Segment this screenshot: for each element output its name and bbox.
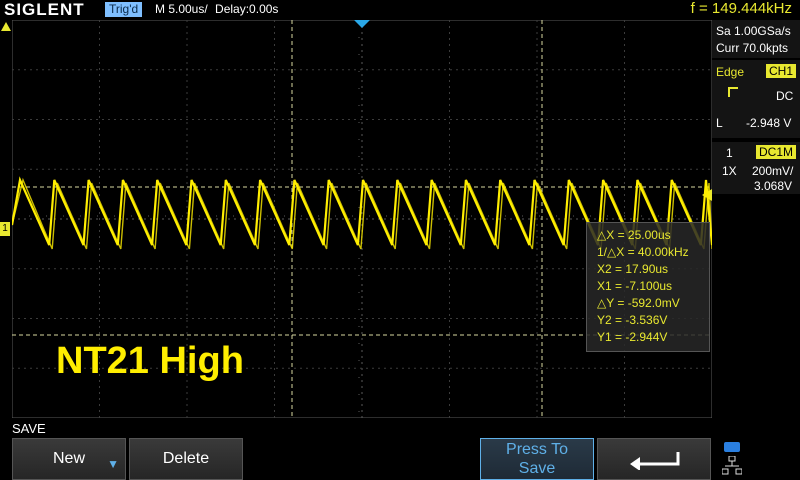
x2-readout: X2 = 17.90us bbox=[597, 262, 669, 276]
trigger-source-badge: CH1 bbox=[766, 64, 797, 78]
trigger-level-value: -2.948 V bbox=[746, 116, 792, 130]
return-button[interactable] bbox=[597, 438, 711, 480]
press-to-save-label: Press To Save bbox=[506, 441, 568, 477]
new-button[interactable]: New ▼ bbox=[12, 438, 126, 480]
press-to-save-button[interactable]: Press To Save bbox=[480, 438, 594, 480]
new-button-label: New bbox=[52, 450, 85, 467]
y2-readout: Y2 = -3.536V bbox=[597, 313, 668, 327]
delay-readout: Delay:0.00s bbox=[215, 2, 279, 16]
trigger-status-badge: Trig'd bbox=[105, 2, 143, 17]
probe-attenuation: 1X bbox=[722, 164, 737, 178]
cursor-measurement-panel: △X = 25.00us 1/△X = 40.00kHz X2 = 17.90u… bbox=[586, 222, 710, 352]
inv-delta-x-readout: 1/△X = 40.00kHz bbox=[597, 245, 689, 259]
trigger-box[interactable]: Edge CH1 DC L -2.948 V bbox=[712, 60, 800, 138]
channel-number: 1 bbox=[726, 146, 733, 160]
return-arrow-icon bbox=[630, 452, 680, 470]
trigger-coupling: DC bbox=[776, 89, 794, 103]
trigger-level-label: L bbox=[716, 116, 723, 130]
usb-network-status bbox=[716, 440, 796, 478]
vertical-scale: 200mV/ bbox=[752, 164, 794, 178]
sample-rate: Sa 1.00GSa/s bbox=[716, 24, 791, 38]
y1-readout: Y1 = -2.944V bbox=[597, 330, 668, 344]
frequency-readout: f = 149.444kHz bbox=[690, 0, 792, 17]
chevron-down-icon: ▼ bbox=[107, 457, 119, 471]
brand-logo: SIGLENT bbox=[4, 0, 85, 19]
trigger-type: Edge bbox=[716, 65, 745, 79]
ch1-level-marker[interactable]: 1 bbox=[0, 222, 10, 236]
menu-title: SAVE bbox=[12, 421, 46, 436]
trigger-position-marker[interactable] bbox=[354, 20, 370, 28]
network-icon bbox=[722, 456, 742, 475]
blank-softkey-3[interactable] bbox=[246, 438, 360, 480]
memory-depth: Curr 70.0kpts bbox=[716, 41, 789, 55]
delete-button[interactable]: Delete bbox=[129, 438, 243, 480]
warning-icon bbox=[1, 22, 11, 31]
channel1-box[interactable]: 1 DC1M 1X 200mV/ 3.068V bbox=[712, 142, 800, 194]
usb-icon bbox=[724, 442, 740, 452]
channel-coupling-badge: DC1M bbox=[756, 145, 797, 159]
delta-x-readout: △X = 25.00us bbox=[597, 228, 671, 242]
status-bar: SIGLENT Trig'd M 5.00us/ Delay:0.00s f =… bbox=[0, 0, 800, 20]
delete-button-label: Delete bbox=[162, 450, 210, 467]
timebase-readout: M 5.00us/ Delay:0.00s bbox=[155, 2, 278, 16]
vertical-offset: 3.068V bbox=[754, 179, 793, 193]
rising-edge-icon bbox=[728, 87, 738, 97]
acquisition-box: Sa 1.00GSa/s Curr 70.0kpts bbox=[712, 20, 800, 58]
blank-softkey-4[interactable] bbox=[363, 438, 477, 480]
info-panel: Sa 1.00GSa/s Curr 70.0kpts Edge CH1 DC L… bbox=[712, 20, 800, 420]
x1-readout: X1 = -7.100us bbox=[597, 279, 673, 293]
waveform-annotation: NT21 High bbox=[56, 340, 244, 382]
timebase-scale: M 5.00us/ bbox=[155, 2, 208, 16]
delta-y-readout: △Y = -592.0mV bbox=[597, 296, 680, 310]
